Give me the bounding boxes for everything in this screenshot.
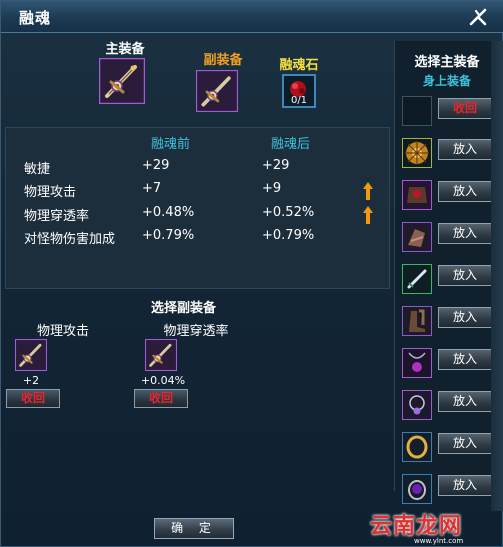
sub-item-recall-button[interactable]: 收回 [6,389,60,408]
scroll-edge [491,41,503,511]
window-title: 融魂 [19,9,52,27]
fusion-main-area: 主装备 副装备 融魂石 0/1 融魂前 融魂后 敏捷 +29 +29 物理攻击 … [1,34,394,547]
dagger-icon [403,265,431,293]
stat-before-value: +0.79% [142,228,195,243]
sub-item-label: 物理攻击 [36,324,89,339]
watermark-logo: 云南龙网 [370,514,463,539]
select-main-equip-title: 选择主装备 [414,55,480,70]
sub-equip-slot[interactable] [195,69,239,113]
ring-icon [403,433,431,461]
stat-after-value: +29 [262,158,290,173]
put-in-button[interactable]: 放入 [438,475,492,496]
gem-ring-icon [403,475,431,503]
close-icon[interactable] [467,6,489,28]
main-equip-slot[interactable] [98,57,146,105]
sword-icon [98,57,146,105]
stat-before-value: +29 [142,158,170,173]
selected-main-slot[interactable] [402,96,432,126]
main-equip-label: 主装备 [105,42,145,57]
watermark-url: www.ylnt.com [414,537,464,545]
sub-item-slot[interactable] [144,338,178,372]
stat-before-value: +7 [142,181,162,196]
sub-equip-label: 副装备 [195,49,251,68]
stat-row: 物理攻击 +7 +9 [6,181,389,203]
main-equip-select-panel: 选择主装备 身上装备 收回 放入 放入 放入 放入 放入 放入 放入 放入 放入 [394,41,498,504]
sub-item-recall-button[interactable]: 收回 [134,389,188,408]
gauntlet-icon [403,223,431,251]
sub-equip-label-text: 副装备 [203,53,243,68]
sub-item-value: +2 [22,374,40,387]
equipped-items-subtitle: 身上装备 [422,74,471,88]
main-recall-button[interactable]: 收回 [438,98,492,119]
stat-header-before: 融魂前 [151,137,191,152]
equip-item-slot[interactable] [402,474,432,504]
put-in-button[interactable]: 放入 [438,433,492,454]
stone-label: 融魂石 [273,54,325,73]
put-in-button[interactable]: 放入 [438,349,492,370]
put-in-button[interactable]: 放入 [438,307,492,328]
stat-name: 对怪物伤害加成 [24,232,116,247]
equip-item-slot[interactable] [402,180,432,210]
stone-label-text: 融魂石 [279,58,319,73]
stat-after-value: +9 [262,181,282,196]
increase-arrow-icon [362,205,374,229]
sword-icon [195,69,239,113]
stat-name: 物理穿透率 [24,209,90,224]
confirm-button[interactable]: 确 定 [154,518,234,539]
put-in-button[interactable]: 放入 [438,181,492,202]
put-in-button[interactable]: 放入 [438,139,492,160]
stat-after-value: +0.79% [262,228,315,243]
sword-icon [144,338,178,372]
sun-charm-icon [405,141,429,165]
stat-after-value: +0.52% [262,205,315,220]
put-in-button[interactable]: 放入 [438,391,492,412]
sword-icon [14,338,48,372]
chest-armor-icon [403,181,431,209]
stats-comparison-panel: 融魂前 融魂后 敏捷 +29 +29 物理攻击 +7 +9 物理穿透率 +0.4… [5,127,390,289]
equip-item-slot[interactable] [402,306,432,336]
boots-icon [403,307,431,335]
stat-header-after: 融魂后 [271,137,311,152]
increase-arrow-icon [362,181,374,205]
sub-item-slot[interactable] [14,338,48,372]
pendant-icon [403,349,431,377]
equip-item-slot[interactable] [402,432,432,462]
stat-name: 物理攻击 [24,185,77,200]
put-in-button[interactable]: 放入 [438,265,492,286]
necklace-icon [403,391,431,419]
fusion-stone-slot[interactable]: 0/1 [282,74,316,108]
title-bar: 融魂 [1,1,503,33]
equip-item-slot[interactable] [402,138,432,168]
stat-name: 敏捷 [24,162,51,177]
select-sub-equip-title: 选择副装备 [151,301,217,316]
stat-row: 对怪物伤害加成 +0.79% +0.79% [6,228,389,250]
sub-item-label: 物理穿透率 [163,324,229,339]
sub-item-value: +0.04% [140,374,186,387]
equip-item-slot[interactable] [402,222,432,252]
stat-row: 敏捷 +29 +29 [6,158,389,180]
stat-before-value: +0.48% [142,205,195,220]
equip-item-slot[interactable] [402,264,432,294]
stat-row: 物理穿透率 +0.48% +0.52% [6,205,389,227]
equip-item-slot[interactable] [402,348,432,378]
put-in-button[interactable]: 放入 [438,223,492,244]
fusion-window: 融魂 主装备 副装备 融魂石 0/1 融魂前 融魂后 敏捷 +29 +29 物理… [0,0,503,547]
stone-count: 0/1 [290,95,308,106]
equip-item-slot[interactable] [402,390,432,420]
